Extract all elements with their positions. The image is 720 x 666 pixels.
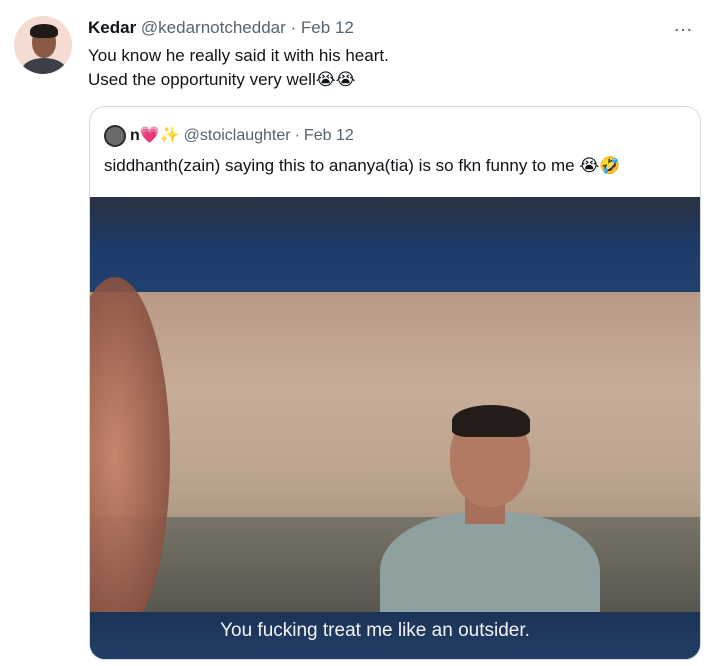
media-subtitle: You fucking treat me like an outsider. [220, 620, 530, 641]
tweet-header: Kedar @kedarnotcheddar · Feb 12 [88, 17, 354, 39]
quoted-media-image[interactable]: You fucking treat me like an outsider. [90, 197, 700, 659]
quoted-tweet[interactable]: n💗✨ @stoiclaughter · Feb 12 siddhanth(za… [89, 106, 701, 660]
more-horizontal-icon[interactable]: … [673, 14, 694, 37]
avatar[interactable] [14, 16, 72, 74]
avatar-hair [30, 24, 58, 38]
quoted-author-name: n💗✨ [130, 127, 180, 144]
tweet-text: You know he really said it with his hear… [88, 44, 389, 92]
author-handle[interactable]: @kedarnotcheddar [141, 18, 286, 37]
quoted-text: siddhanth(zain) saying this to ananya(ti… [104, 156, 621, 175]
tweet-text-line: You know he really said it with his hear… [88, 46, 389, 65]
quoted-author-handle: @stoiclaughter [183, 127, 291, 144]
media-person-hair [452, 405, 530, 437]
quoted-header: n💗✨ @stoiclaughter · Feb 12 [104, 125, 354, 147]
media-top-band [90, 197, 700, 292]
header-separator: · [290, 18, 297, 37]
quoted-avatar [104, 125, 126, 147]
author-name[interactable]: Kedar [88, 18, 136, 37]
tweet-date[interactable]: Feb 12 [301, 18, 354, 37]
quoted-date: Feb 12 [303, 127, 354, 144]
tweet-text-line: Used the opportunity very well😭😭 [88, 70, 356, 89]
quoted-separator: · [294, 127, 300, 144]
avatar-shirt [22, 58, 66, 74]
